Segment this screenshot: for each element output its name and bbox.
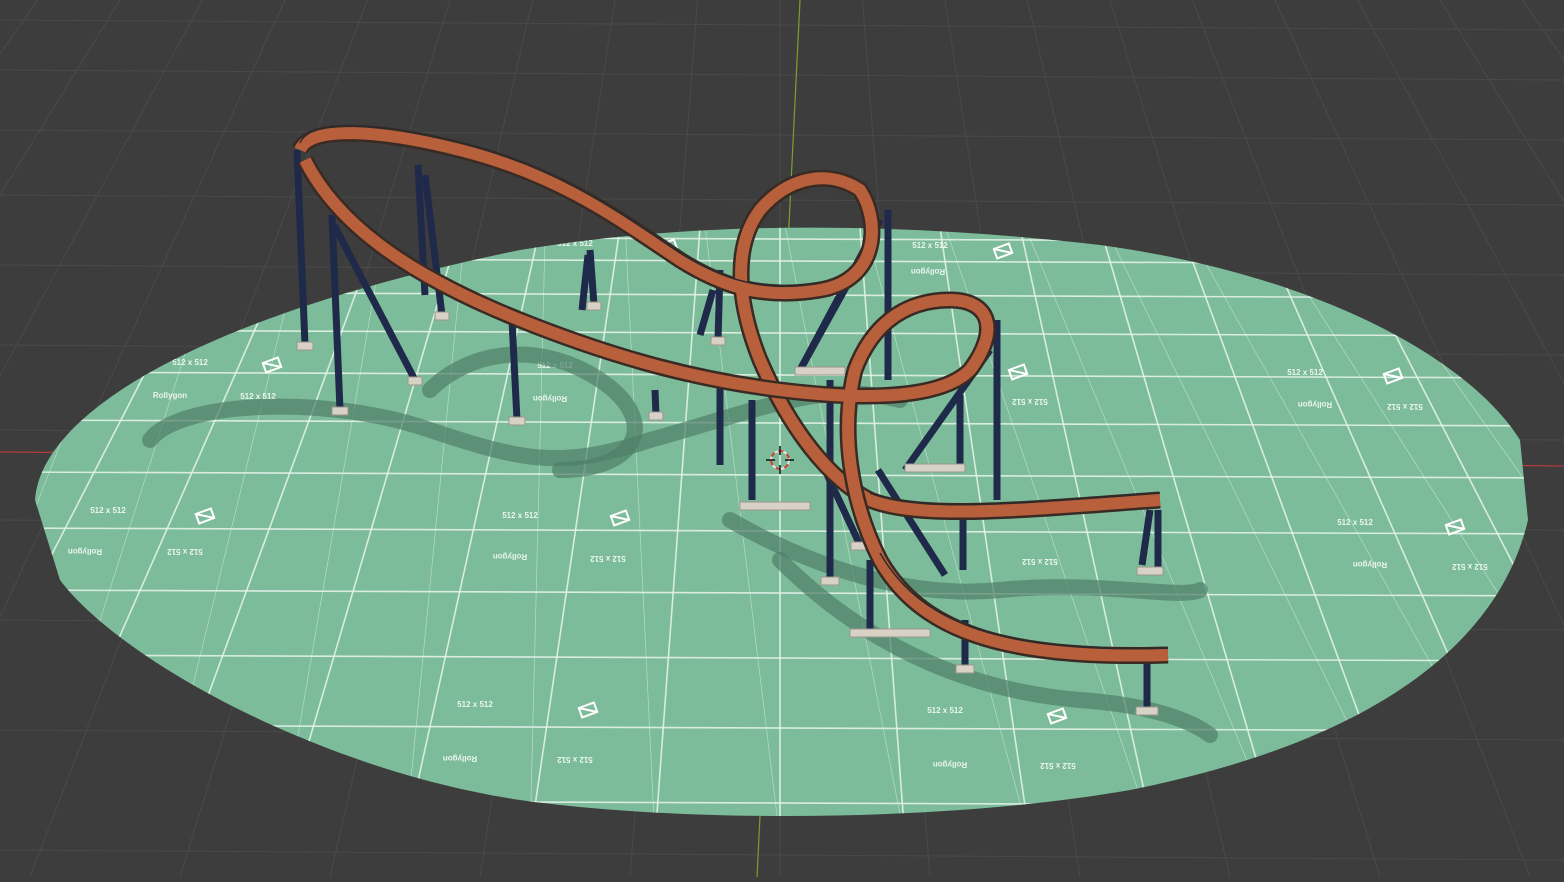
support-footing <box>795 367 845 375</box>
texture-label: Rollygon <box>533 394 567 403</box>
texture-label: 512 x 512 <box>557 755 593 764</box>
texture-label: Rollygon <box>153 391 187 400</box>
support-footing <box>509 417 525 425</box>
texture-label: 512 x 512 <box>557 239 593 248</box>
grid-line <box>0 850 1564 860</box>
texture-label: Rollygon <box>1353 560 1387 569</box>
texture-label: Rollygon <box>911 267 945 276</box>
support-footing <box>649 412 663 420</box>
texture-label: Rollygon <box>1298 400 1332 409</box>
grid-line <box>0 70 1564 80</box>
texture-label: Rollygon <box>443 754 477 763</box>
grid-line <box>1523 0 1564 877</box>
ground-grid-line <box>1560 200 1564 840</box>
texture-label: 512 x 512 <box>457 700 493 709</box>
texture-label: 512 x 512 <box>1022 557 1058 566</box>
ground-diagonal-line <box>1560 200 1564 840</box>
support-pillar <box>655 390 656 415</box>
texture-label: 512 x 512 <box>1387 402 1423 411</box>
support-footing <box>905 464 965 472</box>
support-footing <box>956 665 974 673</box>
viewport-canvas[interactable]: 512 x 512 512 x 512 512 x 512 Rollygon 512 x… <box>0 0 1564 877</box>
support-footing <box>821 577 839 585</box>
support-footing <box>297 342 313 350</box>
support-pillar <box>512 320 517 420</box>
texture-label: 512 x 512 <box>912 241 948 250</box>
support-footing <box>332 407 348 415</box>
support-footing <box>711 337 725 345</box>
texture-label: Rollygon <box>933 760 967 769</box>
texture-label: 512 x 512 <box>1337 518 1373 527</box>
texture-label: 512 x 512 <box>927 706 963 715</box>
texture-label: 512 x 512 <box>172 358 208 367</box>
grid-line <box>0 20 1564 30</box>
texture-label: 512 x 512 <box>502 511 538 520</box>
texture-label: 512 x 512 <box>1012 397 1048 406</box>
support-footing <box>1136 707 1158 715</box>
texture-label: 512 x 512 <box>1452 562 1488 571</box>
support-footing <box>740 502 810 510</box>
support-footing <box>408 377 422 385</box>
texture-label: Rollygon <box>493 552 527 561</box>
support-footing <box>435 312 449 320</box>
texture-label: 512 x 512 <box>1287 368 1323 377</box>
grid-line <box>0 0 38 877</box>
support-footing <box>587 302 601 310</box>
grid-line <box>0 130 1564 140</box>
texture-label: 512 x 512 <box>1040 761 1076 770</box>
texture-label: 512 x 512 <box>590 554 626 563</box>
3d-viewport[interactable]: 512 x 512 512 x 512 512 x 512 Rollygon 512 x… <box>0 0 1564 877</box>
texture-label: 512 x 512 <box>90 506 126 515</box>
support-footing <box>1137 567 1163 575</box>
texture-label: 512 x 512 <box>167 547 203 556</box>
support-footing <box>850 629 930 637</box>
texture-label: Rollygon <box>68 547 102 556</box>
